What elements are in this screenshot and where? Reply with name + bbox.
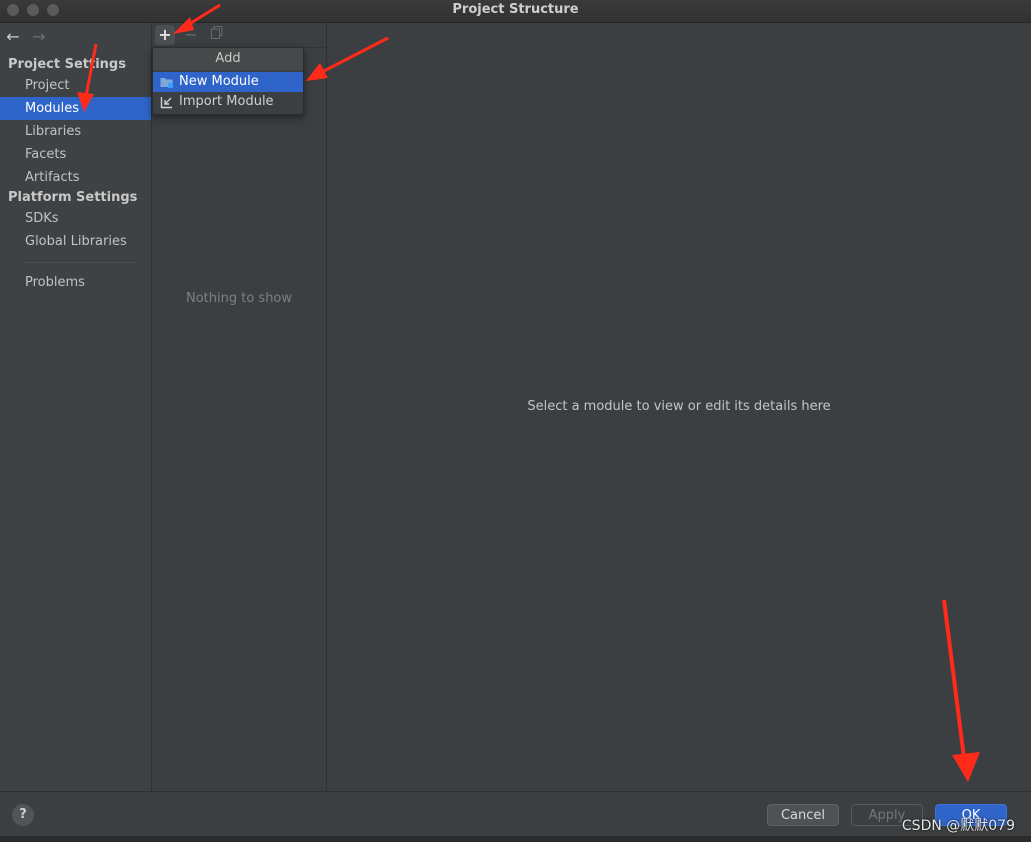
sidebar-item-facets[interactable]: Facets bbox=[0, 143, 151, 166]
title-bar: Project Structure bbox=[0, 0, 1031, 23]
sidebar-item-modules[interactable]: Modules bbox=[0, 97, 151, 120]
empty-list-message: Nothing to show bbox=[185, 291, 293, 306]
sidebar-item-label: Global Libraries bbox=[25, 234, 127, 249]
window-title: Project Structure bbox=[452, 2, 579, 17]
sidebar-item-label: SDKs bbox=[25, 211, 59, 226]
arrow-left-icon[interactable]: ← bbox=[4, 28, 22, 46]
cancel-button[interactable]: Cancel bbox=[767, 804, 839, 826]
copy-icon[interactable] bbox=[207, 25, 227, 45]
dialog-footer: ? Cancel Apply OK bbox=[0, 791, 1031, 837]
module-list-panel: + − Nothing to show bbox=[152, 23, 327, 791]
add-button[interactable]: + bbox=[155, 25, 175, 45]
help-button[interactable]: ? bbox=[12, 804, 34, 826]
sidebar-item-label: Libraries bbox=[25, 124, 82, 139]
watermark: CSDN @默默079 bbox=[901, 818, 1015, 834]
module-detail-panel: Select a module to view or edit its deta… bbox=[327, 23, 1031, 791]
project-settings-header: Project Settings bbox=[8, 57, 126, 72]
sidebar-item-problems[interactable]: Problems bbox=[0, 271, 151, 294]
sidebar-item-label: Facets bbox=[25, 147, 67, 162]
sidebar-divider bbox=[24, 262, 136, 263]
module-toolbar: + − bbox=[152, 23, 326, 48]
detail-placeholder: Select a module to view or edit its deta… bbox=[527, 399, 831, 414]
menu-item-label: Import Module bbox=[179, 94, 274, 109]
sidebar-item-label: Project bbox=[25, 78, 70, 93]
sidebar-item-global-libraries[interactable]: Global Libraries bbox=[0, 230, 151, 253]
menu-item-label: New Module bbox=[179, 74, 259, 89]
sidebar-item-label: Problems bbox=[25, 275, 85, 290]
popup-title: Add bbox=[153, 48, 303, 70]
sidebar-item-artifacts[interactable]: Artifacts bbox=[0, 166, 151, 189]
import-icon bbox=[160, 95, 174, 109]
sidebar-item-sdks[interactable]: SDKs bbox=[0, 207, 151, 230]
bottom-strip bbox=[0, 836, 1031, 842]
platform-settings-header: Platform Settings bbox=[8, 190, 138, 205]
menu-item-new-module[interactable]: New Module bbox=[153, 72, 303, 92]
arrow-right-icon[interactable]: → bbox=[30, 28, 48, 46]
sidebar-item-libraries[interactable]: Libraries bbox=[0, 120, 151, 143]
menu-item-import-module[interactable]: Import Module bbox=[153, 92, 303, 112]
sidebar: ← → Project Settings Project Modules Lib… bbox=[0, 23, 152, 791]
project-structure-window: Project Structure ← → Project Settings P… bbox=[0, 0, 1031, 837]
remove-button[interactable]: − bbox=[181, 25, 201, 45]
navigation-row: ← → bbox=[0, 28, 151, 48]
sidebar-item-label: Artifacts bbox=[25, 170, 80, 185]
sidebar-item-label: Modules bbox=[25, 101, 80, 116]
sidebar-item-project[interactable]: Project bbox=[0, 74, 151, 97]
add-popup-menu: Add New Module Import Module bbox=[152, 47, 304, 115]
module-folder-icon bbox=[160, 75, 174, 89]
